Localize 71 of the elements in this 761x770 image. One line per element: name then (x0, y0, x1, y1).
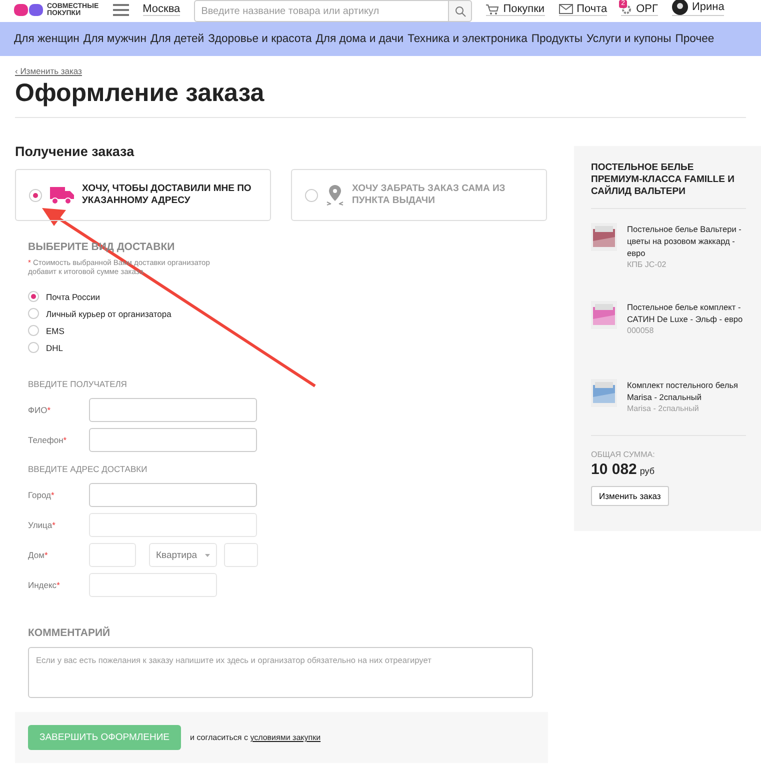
input-field[interactable] (89, 398, 257, 422)
page-title: Оформление заказа (15, 79, 746, 118)
mail-icon (558, 4, 573, 14)
cart-icon (486, 4, 500, 14)
product-code: КПБ JC-02 (627, 260, 668, 269)
radio-button[interactable] (28, 308, 39, 319)
category-link[interactable]: Прочее (675, 33, 714, 45)
comment-field[interactable]: Если у вас есть пожелания к заказу напишите их здесь и организатор обязательно на них отреагирует (28, 647, 533, 698)
section-heading: Получение заказа (15, 144, 136, 159)
total-label: ОБЩАЯ СУММА: (591, 450, 656, 459)
avatar-icon (672, 0, 688, 15)
input-field[interactable] (89, 543, 136, 567)
total-amount: 10 082 (591, 461, 637, 478)
category-link[interactable]: Для женщин (14, 33, 80, 45)
radio-label: EMS (46, 326, 64, 336)
category-link[interactable]: Для мужчин (83, 33, 146, 45)
option-label: ХОЧУ ЗАБРАТЬ ЗАКАЗ САМА ИЗ ПУНКТА ВЫДАЧИ (352, 183, 506, 207)
edit-order-button[interactable]: Изменить заказ (591, 486, 669, 506)
input-field[interactable] (89, 573, 217, 597)
product-code: 000058 (627, 326, 655, 335)
field-label: Индекс* (28, 580, 61, 590)
terms-link[interactable]: условиями закупки (250, 733, 321, 742)
header-link[interactable]: Покупки (486, 3, 545, 16)
section-heading: КОММЕНТАРИЙ (28, 627, 112, 639)
order-title: ПОСТЕЛЬНОЕ БЕЛЬЕ ПРЕМИУМ-КЛАССА FAMILLE И САЙЛИД ВАЛЬТЕРИ (591, 162, 746, 209)
input-field[interactable] (224, 543, 258, 567)
city-link[interactable]: Москва (142, 3, 180, 16)
field-label: ФИО* (28, 405, 52, 415)
gear-icon (621, 4, 632, 14)
agree-text: и согласиться с условиями закупки (190, 733, 321, 742)
radio-button[interactable] (305, 188, 318, 202)
product-link[interactable]: Комплект постельного белья Marisa - 2спальный (627, 379, 746, 403)
radio-label: Почта России (46, 292, 100, 302)
chevron-down-icon (205, 554, 210, 556)
radio-label: DHL (46, 342, 64, 352)
category-link[interactable]: Услуги и купоны (586, 33, 672, 45)
category-link[interactable]: Здоровье и красота (208, 33, 312, 45)
radio-button[interactable] (29, 188, 42, 202)
field-label: Дом* (28, 550, 49, 560)
field-label: Город* (28, 490, 56, 500)
apartment-select[interactable]: Квартира (149, 543, 217, 567)
input-field[interactable] (89, 513, 257, 537)
option-label: ХОЧУ, ЧТОБЫ ДОСТАВИЛИ МНЕ ПО УКАЗАННОМУ АДРЕСУ (82, 183, 252, 207)
category-link[interactable]: Продукты (531, 33, 582, 45)
product-link[interactable]: Постельное белье комплект - САТИН De Luxe - Эльф - евро (627, 301, 746, 325)
field-label: Улица* (28, 520, 56, 530)
menu-icon[interactable] (112, 4, 129, 16)
search-icon (454, 6, 466, 16)
back-link[interactable]: ‹ Изменить заказ (15, 66, 761, 76)
category-link[interactable]: Для дома и дачи (316, 33, 404, 45)
section-heading: ВВЕДИТЕ ПОЛУЧАТЕЛЯ (28, 379, 128, 389)
section-heading: ВВЕДИТЕ АДРЕС ДОСТАВКИ (28, 464, 148, 474)
truck-icon (50, 185, 74, 205)
field-label: Телефон* (28, 435, 68, 445)
radio-button[interactable] (28, 325, 39, 336)
header-link[interactable]: Почта (558, 3, 608, 16)
search-field[interactable]: Введите название товара или артикул (194, 0, 448, 22)
input-field[interactable] (89, 428, 257, 452)
product-code: Marisa - 2спальный (627, 404, 700, 413)
location-pin-icon (326, 184, 344, 206)
category-link[interactable]: Для детей (150, 33, 204, 45)
search-button[interactable] (448, 0, 472, 22)
product-link[interactable]: Постельное белье Вальтери - цветы на розовом жаккард - евро (627, 223, 746, 259)
radio-button[interactable] (28, 342, 39, 353)
radio-button[interactable] (28, 291, 39, 302)
user-link[interactable]: Ирина (672, 0, 724, 16)
currency: руб (640, 466, 655, 476)
input-field[interactable] (89, 483, 257, 507)
logo-icon (14, 4, 44, 16)
radio-label: Личный курьер от организатора (46, 308, 172, 318)
category-link[interactable]: Техника и электроника (408, 33, 528, 45)
